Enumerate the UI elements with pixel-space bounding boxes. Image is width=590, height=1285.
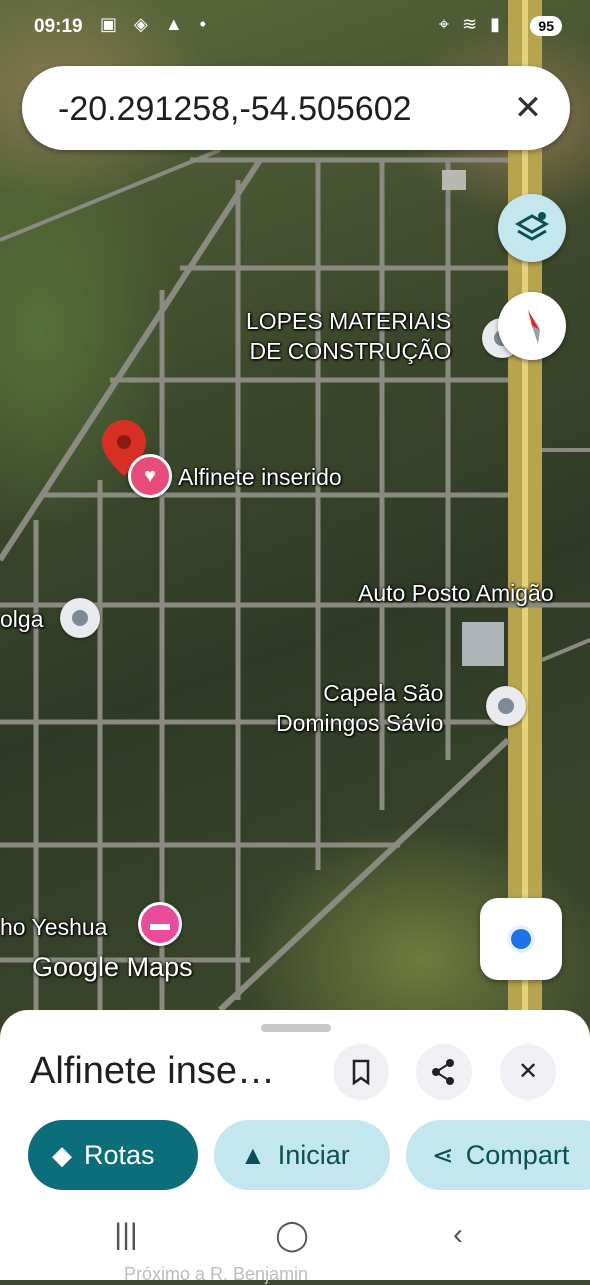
bookmark-icon	[352, 1059, 370, 1086]
system-icons: ⌖ ≋ ▮	[438, 14, 504, 34]
label-capela[interactable]: Capela São Domingos Sávio	[276, 678, 443, 738]
share-chip-icon: ⋖	[432, 1140, 454, 1170]
close-sheet-button[interactable]: ✕	[500, 1044, 556, 1100]
place-title: Alfinete inse…	[30, 1050, 276, 1092]
clear-search-icon[interactable]: ✕	[504, 84, 552, 132]
label-auto-posto[interactable]: Auto Posto Amigão	[358, 578, 554, 608]
directions-label: Rotas	[84, 1140, 155, 1170]
back-button[interactable]: ‹	[428, 1218, 488, 1252]
directions-icon: ◆	[52, 1140, 72, 1170]
status-bar: 09:19 ▣ ◈ ▲ • ⌖ ≋ ▮ 95	[0, 0, 590, 56]
home-button[interactable]: ◯	[262, 1218, 322, 1253]
place-pin-capela[interactable]	[486, 686, 526, 726]
label-yeshua[interactable]: ho Yeshua	[0, 912, 107, 942]
sheet-drag-handle[interactable]	[261, 1024, 331, 1032]
save-button[interactable]	[333, 1044, 389, 1100]
share-chip-label: Compart	[465, 1140, 570, 1170]
recent-apps-button[interactable]: |||	[96, 1218, 156, 1252]
google-maps-logo: Google Maps	[32, 952, 193, 982]
my-location-button[interactable]	[480, 898, 562, 980]
label-dropped-pin[interactable]: Alfinete inserido	[178, 462, 342, 492]
battery-indicator: 95	[530, 16, 562, 36]
label-lopes[interactable]: LOPES MATERIAIS DE CONSTRUÇÃO	[246, 306, 451, 366]
dropped-pin-icon[interactable]: ♥	[128, 454, 172, 498]
label-olga[interactable]: olga	[0, 604, 43, 634]
close-icon: ✕	[517, 1058, 539, 1085]
notification-icons: ▣ ◈ ▲ •	[100, 14, 212, 34]
navigation-arrow-icon: ▲	[240, 1140, 266, 1170]
start-label: Iniciar	[277, 1140, 350, 1170]
share-icon	[432, 1059, 454, 1085]
nearby-subtext: Próximo a R. Benjamin	[124, 1264, 309, 1284]
hotel-pin-icon[interactable]: ▬	[138, 902, 182, 946]
start-button[interactable]: ▲ Iniciar	[214, 1120, 390, 1190]
place-pin-olga[interactable]	[60, 598, 100, 638]
search-bar[interactable]: ✕	[22, 66, 570, 150]
compass-icon	[528, 310, 540, 344]
map-view[interactable]: LOPES MATERIAIS DE CONSTRUÇÃO ♥ Alfinete…	[0, 0, 590, 1040]
status-time: 09:19	[34, 16, 83, 37]
share-chip-button[interactable]: ⋖ Compart	[406, 1120, 590, 1190]
my-location-icon	[511, 929, 531, 949]
share-button[interactable]	[416, 1044, 472, 1100]
layers-button[interactable]	[498, 194, 566, 262]
layers-icon	[514, 212, 550, 241]
search-input[interactable]	[56, 80, 490, 138]
map-roads	[0, 0, 590, 1040]
compass-button[interactable]	[498, 292, 566, 360]
directions-button[interactable]: ◆ Rotas	[28, 1120, 198, 1190]
